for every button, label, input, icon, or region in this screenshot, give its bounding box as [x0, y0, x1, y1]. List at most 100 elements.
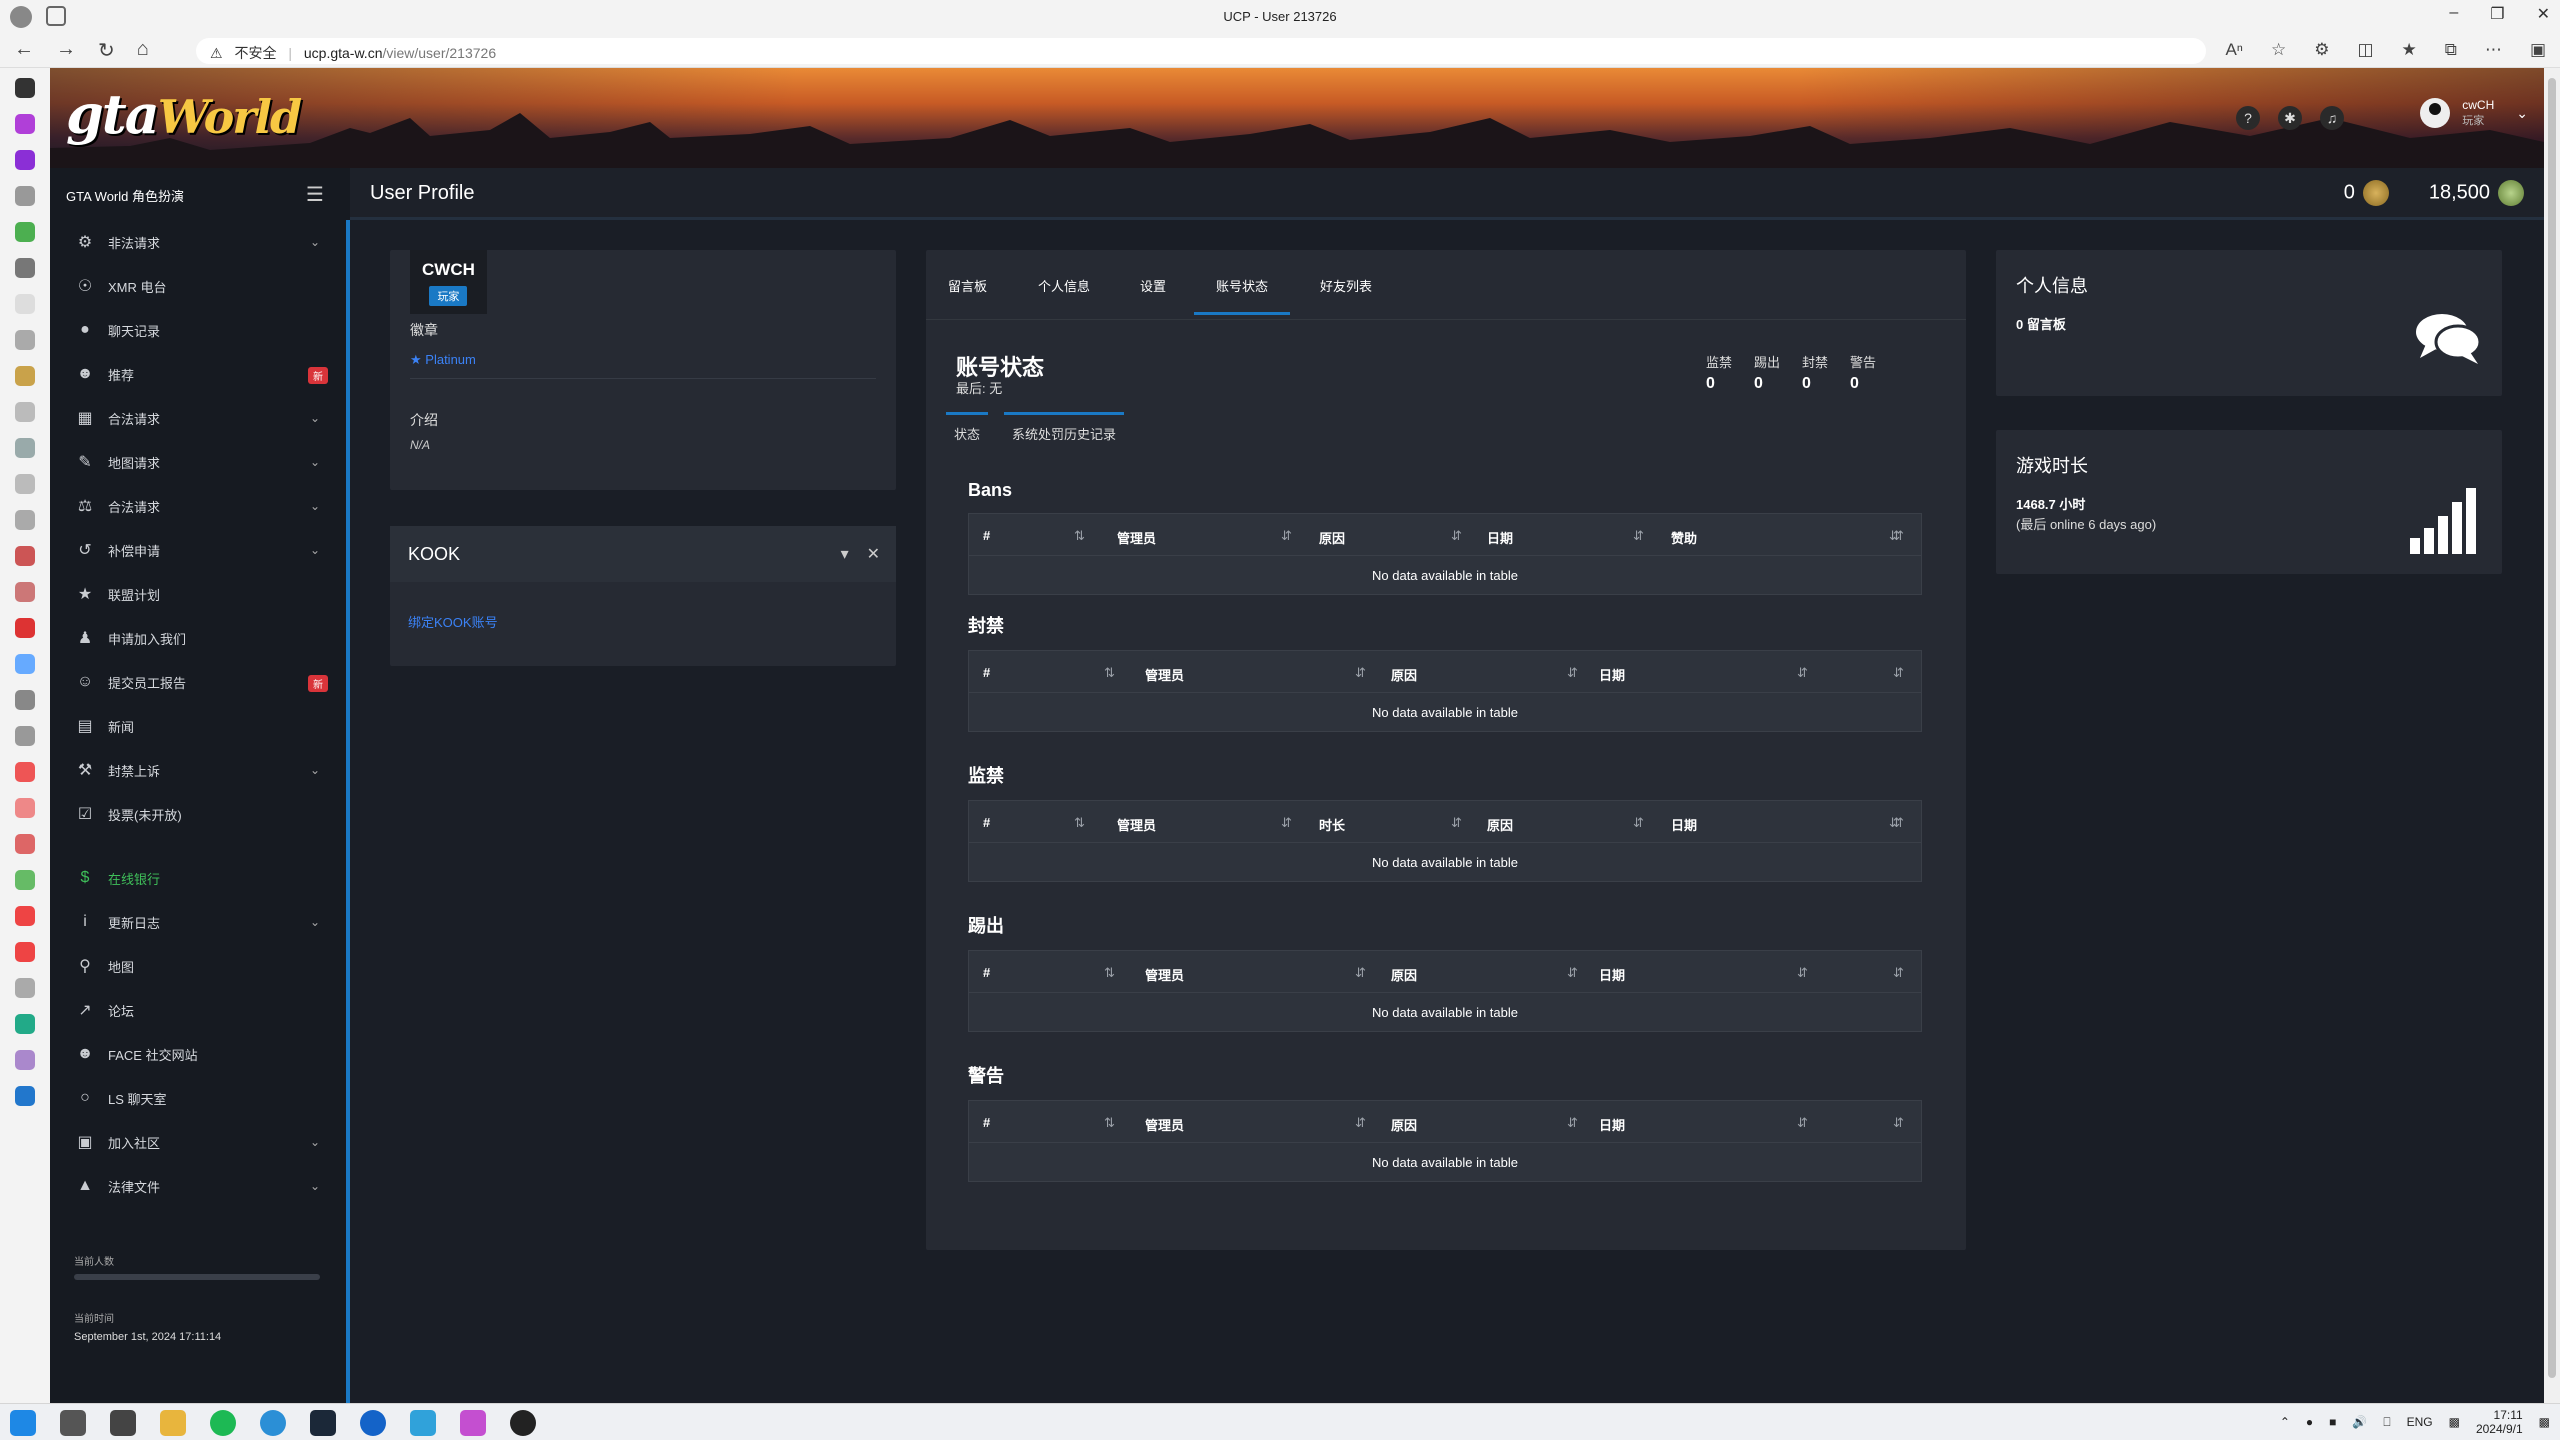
- column-header[interactable]: 日期: [1487, 528, 1513, 547]
- sidebar-app-icon[interactable]: [15, 726, 35, 746]
- extensions-icon[interactable]: ⚙: [2314, 40, 2329, 60]
- nav-item[interactable]: ○ LS 聊天室: [50, 1076, 346, 1120]
- sort-icon[interactable]: ⇵: [1451, 528, 1462, 544]
- bind-kook-link[interactable]: 绑定KOOK账号: [408, 612, 498, 631]
- sort-icon[interactable]: ⇅: [1074, 815, 1085, 831]
- sort-icon[interactable]: ⇵: [1355, 965, 1366, 981]
- collapse-icon[interactable]: ▾: [841, 544, 849, 564]
- tray-expand-icon[interactable]: ⌃: [2280, 1415, 2290, 1429]
- sidebar-app-icon[interactable]: [15, 366, 35, 386]
- column-header[interactable]: 时长: [1319, 815, 1345, 834]
- network-icon[interactable]: ▩: [2449, 1415, 2460, 1429]
- sort-icon[interactable]: ⇵: [1451, 815, 1462, 831]
- volume-icon[interactable]: 🔊: [2352, 1415, 2367, 1429]
- read-aloud-icon[interactable]: Aⁿ: [2225, 40, 2243, 60]
- steam-icon[interactable]: [310, 1410, 336, 1436]
- sort-icon[interactable]: ⇵: [1567, 665, 1578, 681]
- column-header[interactable]: 原因: [1319, 528, 1345, 547]
- sidebar-app-icon[interactable]: [15, 402, 35, 422]
- sort-icon[interactable]: ⇵: [1893, 965, 1904, 981]
- column-header[interactable]: 赞助: [1671, 528, 1697, 547]
- sidebar-app-icon[interactable]: [15, 294, 35, 314]
- sidebar-toggle-icon[interactable]: ▣: [2530, 40, 2546, 60]
- app-icon[interactable]: [360, 1410, 386, 1436]
- settings-icon[interactable]: ✱: [2278, 106, 2302, 130]
- column-header[interactable]: 管理员: [1145, 665, 1184, 684]
- sidebar-app-icon[interactable]: [15, 510, 35, 530]
- sort-icon[interactable]: ⇵: [1893, 528, 1904, 544]
- sort-icon[interactable]: ⇵: [1281, 815, 1292, 831]
- nav-item[interactable]: ▦ 合法请求 ⌄: [50, 396, 346, 440]
- tab-personal-info[interactable]: 个人信息: [1038, 276, 1090, 295]
- search-icon[interactable]: [60, 1410, 86, 1436]
- sort-icon[interactable]: ⇵: [1893, 815, 1904, 831]
- bell-icon[interactable]: ♫: [2320, 106, 2344, 130]
- close-icon[interactable]: ✕: [2537, 4, 2550, 24]
- sidebar-app-icon[interactable]: [15, 870, 35, 890]
- clock[interactable]: 17:11 2024/9/1: [2476, 1408, 2523, 1436]
- tray-app-icon[interactable]: ■: [2329, 1415, 2336, 1429]
- column-header[interactable]: 日期: [1671, 815, 1697, 834]
- nav-item[interactable]: ↗ 论坛: [50, 988, 346, 1032]
- column-header[interactable]: 管理员: [1145, 1115, 1184, 1134]
- app-icon[interactable]: [410, 1410, 436, 1436]
- nav-item[interactable]: ★ 联盟计划: [50, 572, 346, 616]
- sidebar-app-icon[interactable]: [15, 330, 35, 350]
- sidebar-app-icon[interactable]: [15, 582, 35, 602]
- nav-item[interactable]: ▲ 法律文件 ⌄: [50, 1164, 346, 1208]
- sort-icon[interactable]: ⇵: [1567, 1115, 1578, 1131]
- menu-toggle-icon[interactable]: ☰: [306, 182, 324, 207]
- column-header[interactable]: #: [983, 1115, 990, 1130]
- column-header[interactable]: 日期: [1599, 965, 1625, 984]
- column-header[interactable]: #: [983, 665, 990, 680]
- app-icon[interactable]: [510, 1410, 536, 1436]
- column-header[interactable]: 管理员: [1145, 965, 1184, 984]
- sort-icon[interactable]: ⇵: [1797, 665, 1808, 681]
- column-header[interactable]: 原因: [1391, 1115, 1417, 1134]
- home-icon[interactable]: ⌂: [137, 38, 149, 63]
- steam-tray-icon[interactable]: ●: [2306, 1415, 2313, 1429]
- refresh-icon[interactable]: ↻: [98, 38, 115, 63]
- column-header[interactable]: #: [983, 965, 990, 980]
- column-header[interactable]: 原因: [1391, 965, 1417, 984]
- sidebar-app-icon[interactable]: [15, 1050, 35, 1070]
- sidebar-app-icon[interactable]: [15, 222, 35, 242]
- page-scrollbar[interactable]: [2544, 68, 2560, 1403]
- sort-icon[interactable]: ⇵: [1633, 528, 1644, 544]
- start-icon[interactable]: [10, 1410, 36, 1436]
- more-icon[interactable]: ⋯: [2485, 40, 2502, 60]
- collections-icon[interactable]: ⧉: [2445, 40, 2457, 60]
- sidebar-app-icon[interactable]: [15, 1014, 35, 1034]
- url-field[interactable]: ⚠ 不安全 | ucp.gta-w.cn/view/user/213726: [196, 38, 2206, 64]
- nav-item[interactable]: ☑ 投票(未开放): [50, 792, 346, 836]
- nav-item[interactable]: ☺ 提交员工报告 新: [50, 660, 346, 704]
- sidebar-app-icon[interactable]: [15, 474, 35, 494]
- sort-icon[interactable]: ⇅: [1104, 965, 1115, 981]
- notification-icon[interactable]: ▩: [2539, 1415, 2550, 1429]
- favorite-star-icon[interactable]: ☆: [2271, 40, 2286, 60]
- nav-item[interactable]: ⚒ 封禁上诉 ⌄: [50, 748, 346, 792]
- sort-icon[interactable]: ⇅: [1104, 665, 1115, 681]
- column-header[interactable]: #: [983, 528, 990, 543]
- tab-account-status[interactable]: 账号状态: [1193, 276, 1291, 315]
- nav-item[interactable]: $ 在线银行: [50, 856, 346, 900]
- nav-item[interactable]: ● 聊天记录: [50, 308, 346, 352]
- nav-item[interactable]: ▣ 加入社区 ⌄: [50, 1120, 346, 1164]
- app-icon[interactable]: [460, 1410, 486, 1436]
- sort-icon[interactable]: ⇵: [1893, 665, 1904, 681]
- sidebar-app-icon[interactable]: [15, 258, 35, 278]
- sidebar-app-icon[interactable]: [15, 906, 35, 926]
- sidebar-app-icon[interactable]: [15, 978, 35, 998]
- store-icon[interactable]: [110, 1410, 136, 1436]
- sidebar-app-icon[interactable]: [15, 1086, 35, 1106]
- scrollbar-thumb[interactable]: [2548, 78, 2556, 1378]
- sort-icon[interactable]: ⇅: [1074, 528, 1085, 544]
- column-header[interactable]: 原因: [1487, 815, 1513, 834]
- sidebar-app-icon[interactable]: [15, 546, 35, 566]
- column-header[interactable]: 日期: [1599, 665, 1625, 684]
- nav-item[interactable]: ⚖ 合法请求 ⌄: [50, 484, 346, 528]
- minimize-icon[interactable]: –: [2449, 4, 2458, 24]
- sidebar-app-icon[interactable]: [15, 654, 35, 674]
- nav-item[interactable]: i 更新日志 ⌄: [50, 900, 346, 944]
- sort-icon[interactable]: ⇅: [1104, 1115, 1115, 1131]
